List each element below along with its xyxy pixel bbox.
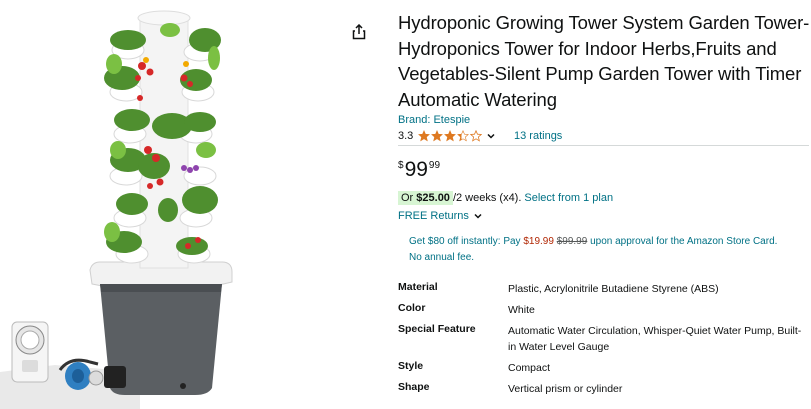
price-whole: 99 bbox=[404, 158, 428, 181]
product-image[interactable] bbox=[0, 0, 380, 409]
star-icon bbox=[431, 130, 444, 142]
spec-value: Vertical prism or cylinder bbox=[508, 383, 623, 395]
store-card-promo[interactable]: Get $80 off instantly: Pay $19.99 $99.99… bbox=[409, 234, 789, 266]
free-returns-link[interactable]: FREE Returns bbox=[398, 210, 483, 222]
plan-terms: /2 weeks (x4). bbox=[452, 191, 522, 204]
hydroponic-tower-image bbox=[0, 10, 233, 409]
product-title: Hydroponic Growing Tower System Garden T… bbox=[398, 12, 810, 110]
spec-value: Automatic Water Circulation, Whisper-Qui… bbox=[508, 325, 802, 353]
payment-plan: Or $25.00 /2 weeks (x4). Select from 1 p… bbox=[398, 190, 613, 205]
spec-key: Shape bbox=[398, 381, 430, 393]
spec-value: Compact bbox=[508, 362, 551, 374]
spec-value: White bbox=[508, 304, 535, 316]
select-plan-link[interactable]: Select from 1 plan bbox=[524, 192, 613, 204]
star-icon bbox=[444, 130, 457, 142]
spec-key: Style bbox=[398, 360, 424, 372]
spec-key: Material bbox=[398, 281, 438, 293]
star-half-icon bbox=[457, 130, 470, 142]
product-details: Hydroponic Growing Tower System Garden T… bbox=[398, 10, 810, 144]
rating-value: 3.3 bbox=[398, 130, 414, 142]
promo-text-1: Get $80 off instantly: Pay bbox=[409, 236, 524, 247]
brand-link[interactable]: Brand: Etespie bbox=[398, 113, 810, 127]
chevron-down-icon bbox=[474, 213, 482, 219]
free-returns-label: FREE Returns bbox=[398, 210, 469, 222]
price-fraction: 99 bbox=[428, 160, 441, 171]
price-symbol: $ bbox=[398, 160, 404, 171]
spec-key: Special Feature bbox=[398, 323, 476, 335]
plan-prefix: Or bbox=[401, 191, 417, 204]
share-icon bbox=[352, 23, 366, 40]
divider bbox=[398, 145, 809, 146]
chevron-down-icon[interactable] bbox=[486, 131, 496, 141]
plan-badge: Or $25.00 bbox=[398, 190, 453, 205]
share-button[interactable] bbox=[351, 23, 369, 42]
rating-row: 3.3 13 ratings bbox=[398, 128, 810, 144]
plan-amount: $25.00 bbox=[416, 191, 450, 204]
promo-old-price: $99.99 bbox=[556, 236, 588, 247]
price: $ 99 99 bbox=[398, 158, 440, 182]
rating-stars[interactable] bbox=[418, 130, 483, 142]
promo-new-price: $19.99 bbox=[523, 236, 554, 247]
spec-value: Plastic, Acrylonitrile Butadiene Styrene… bbox=[508, 283, 719, 295]
ratings-count-link[interactable]: 13 ratings bbox=[514, 130, 562, 142]
star-icon bbox=[418, 130, 431, 142]
spec-key: Color bbox=[398, 302, 426, 314]
star-empty-icon bbox=[470, 130, 483, 142]
